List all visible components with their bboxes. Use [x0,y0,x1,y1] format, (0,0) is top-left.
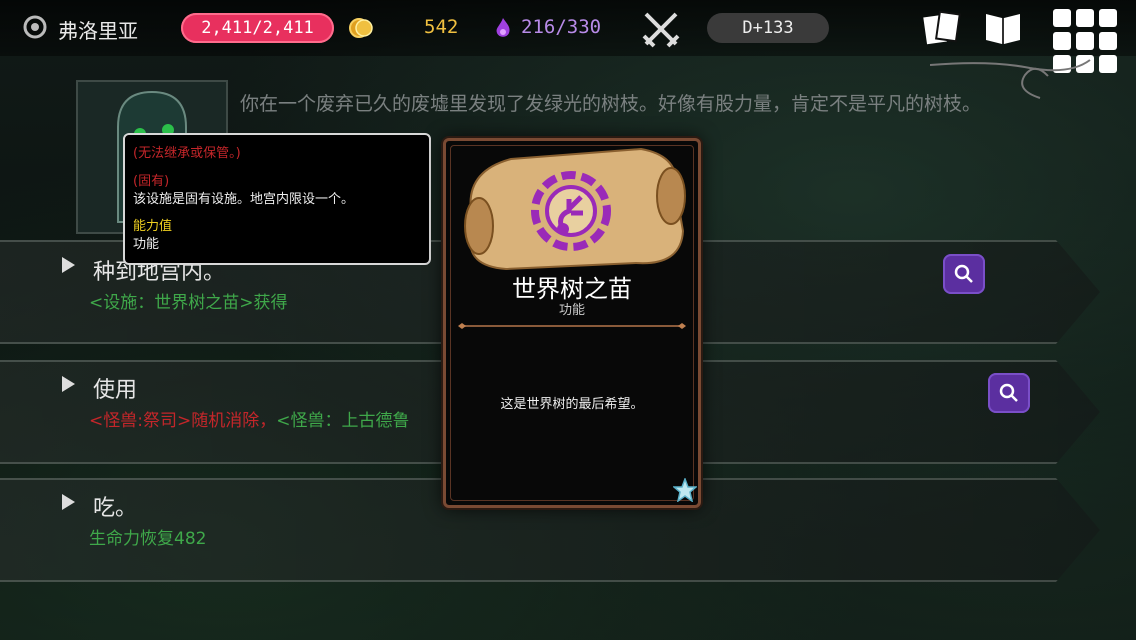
tooltip-ability-value: 功能 [133,237,160,252]
coin-icon [349,18,373,38]
scroll-emblem-icon [464,147,686,271]
tooltip-restriction: (无法继承或保管。) [133,146,241,161]
play-arrow-icon [62,257,75,273]
result-red-part: <怪兽:祭司>随机消除， [89,411,277,431]
gear-emblem-icon [23,15,47,39]
item-tooltip: (无法继承或保管。) (固有) 该设施是固有设施。地宫内限设一个。 能力值 功能 [123,133,431,265]
option-result: 生命力恢复482 [89,529,207,549]
search-button[interactable] [988,373,1030,413]
mana-value: 216/330 [521,16,602,38]
crossed-swords-icon[interactable] [640,8,682,50]
tooltip-unique-tag: (固有) [133,174,170,189]
play-arrow-icon [62,376,75,392]
option-result: <怪兽:祭司>随机消除，<怪兽：上古德鲁 [89,406,409,431]
option-title[interactable]: 吃。 [93,490,137,522]
gold-value: 542 [424,16,459,38]
hp-bar: 2,411/2,411 [181,13,334,43]
day-counter: D+133 [707,13,829,43]
option-result: <设施：世界树之苗>获得 [89,293,288,313]
tooltip-unique-desc: 该设施是固有设施。地宫内限设一个。 [133,192,355,207]
card-description: 这是世界树的最后希望。 [500,397,644,412]
result-green-part: <怪兽：上古德鲁 [276,411,410,431]
event-description: 你在一个废弃已久的废墟里发现了发绿光的树枝。好像有股力量，肯定不是平凡的树枝。 [240,93,982,115]
mana-flame-icon [496,18,510,37]
search-icon [999,383,1018,402]
option-title[interactable]: 使用 [93,372,137,404]
tooltip-ability-label: 能力值 [133,219,173,234]
search-icon [954,264,973,283]
card-divider [458,323,686,329]
card-subtitle: 功能 [558,303,585,318]
star-icon [673,478,697,502]
facility-card[interactable]: 世界树之苗 功能 这是世界树的最后希望。 [443,138,701,508]
play-arrow-icon [62,494,75,510]
player-name: 弗洛里亚 [58,19,138,43]
search-button[interactable] [943,254,985,294]
